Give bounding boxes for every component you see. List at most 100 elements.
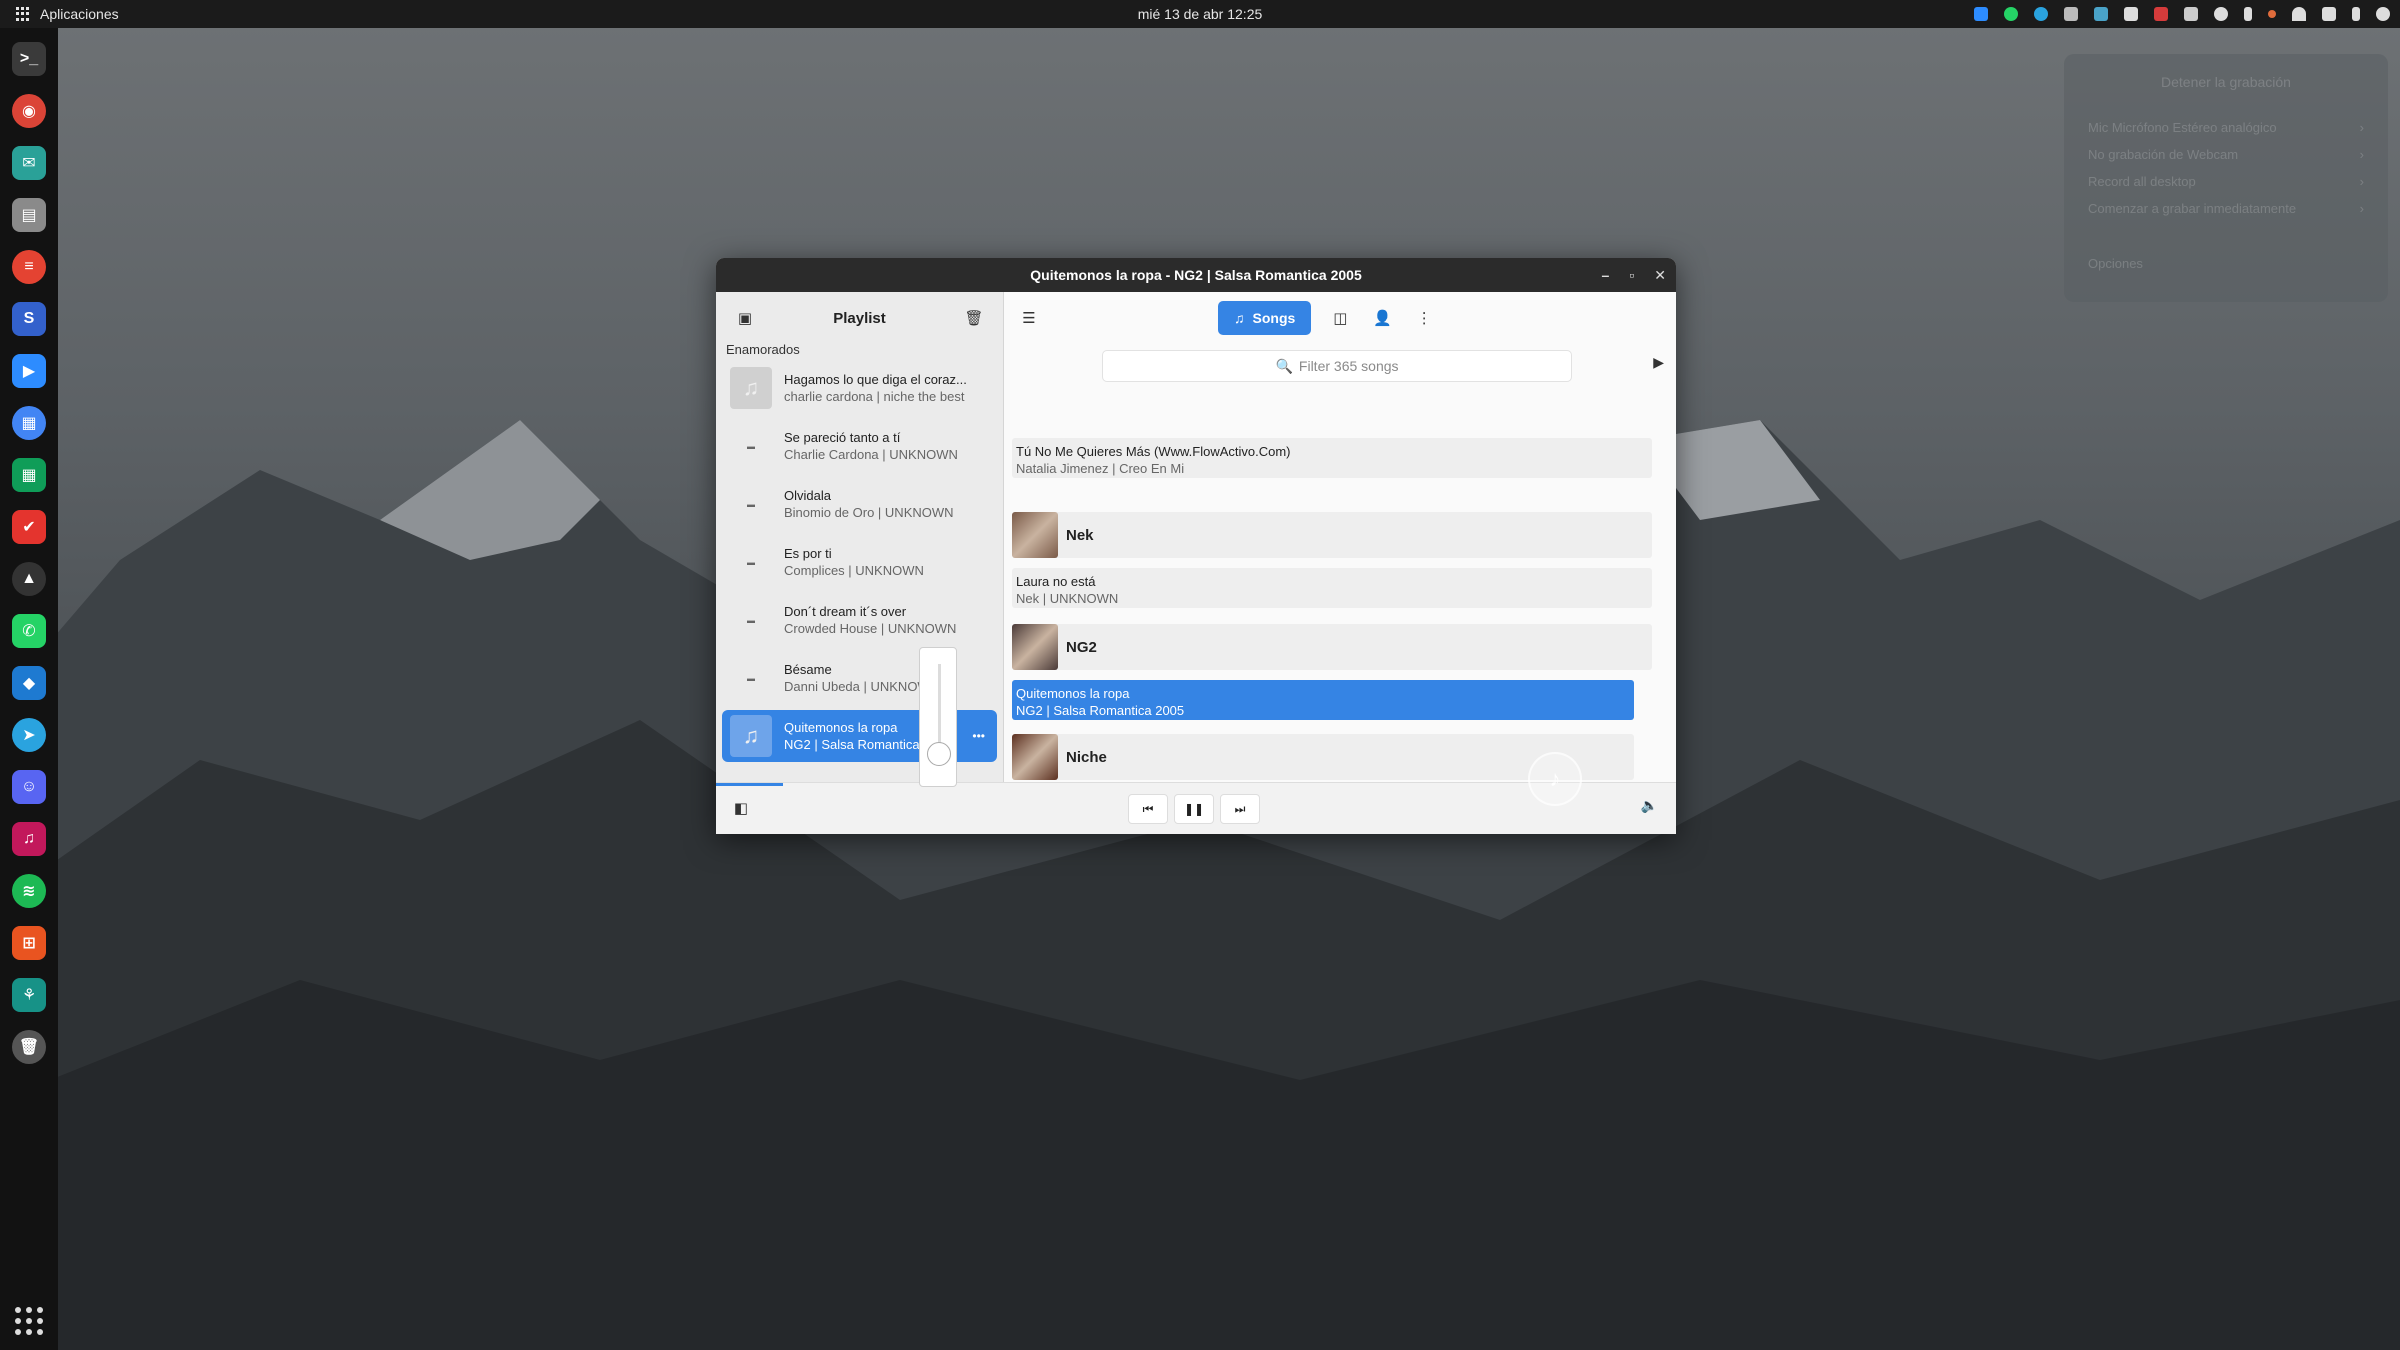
volume-tray-icon[interactable] xyxy=(2322,7,2336,21)
artist-name: NG2 xyxy=(1066,638,1097,656)
app-tray-icon[interactable] xyxy=(2094,7,2108,21)
todoist-icon[interactable]: ≡ xyxy=(12,250,46,284)
recording-dot-icon[interactable] xyxy=(2268,10,2276,18)
pause-button[interactable]: ❚❚ xyxy=(1174,794,1214,824)
playlist-item-subtitle: Crowded House | UNKNOWN xyxy=(784,621,957,636)
rec-menu-item[interactable]: Comenzar a grabar inmediatamente › xyxy=(2088,195,2364,222)
chat-tray-icon[interactable] xyxy=(2214,7,2228,21)
stop-recording-item[interactable]: Detener la grabación xyxy=(2088,74,2364,90)
song-row[interactable]: Laura no está Nek | UNKNOWN xyxy=(1012,568,1652,608)
playback-progress[interactable] xyxy=(716,783,784,786)
bullet-icon: ▬ xyxy=(747,557,755,567)
microphone-icon[interactable] xyxy=(2352,7,2360,21)
now-playing-indicator-icon: ••• xyxy=(972,729,985,743)
next-button[interactable]: ⏭ xyxy=(1220,794,1260,824)
more-options-button[interactable]: ⋮ xyxy=(1411,305,1437,331)
discord-icon[interactable]: ☺ xyxy=(12,770,46,804)
playlist-item[interactable]: ▬ Es por ti Complices | UNKNOWN xyxy=(722,536,997,588)
artists-view-button[interactable]: 👤 xyxy=(1369,305,1395,331)
music-app-icon[interactable]: ♫ xyxy=(12,822,46,856)
simplenote-icon[interactable]: S xyxy=(12,302,46,336)
song-row[interactable]: Quitemonos la ropa NG2 | Salsa Romantica … xyxy=(1012,680,1634,720)
inkscape-icon[interactable]: ▲ xyxy=(12,562,46,596)
close-button[interactable]: ✕ xyxy=(1654,267,1666,284)
trash-icon-glyph: 🗑 xyxy=(18,1039,40,1056)
power-icon[interactable] xyxy=(2376,7,2390,21)
trash-icon[interactable]: 🗑 xyxy=(12,1030,46,1064)
save-playlist-button[interactable]: ▣ xyxy=(732,305,758,331)
record-tray-icon[interactable] xyxy=(2154,7,2168,21)
rec-options-label: Opciones xyxy=(2088,256,2143,271)
mail-icon[interactable]: ✉ xyxy=(12,146,46,180)
clipboard-tray-icon[interactable] xyxy=(2184,7,2198,21)
volume-slider-knob[interactable] xyxy=(927,742,951,766)
playlist-item[interactable]: ♫ Hagamos lo que diga el coraz... charlie … xyxy=(722,362,997,414)
playlist-item[interactable]: ▬ Don´t dream it´s over Crowded House | UN… xyxy=(722,594,997,646)
toggle-sidebar-button[interactable]: ◧ xyxy=(728,795,754,821)
rec-menu-item[interactable]: No grabación de Webcam › xyxy=(2088,141,2364,168)
rec-options-item[interactable]: Opciones xyxy=(2088,250,2364,277)
whatsapp-icon[interactable]: ✆ xyxy=(12,614,46,648)
artist-header[interactable]: NG2 xyxy=(1012,624,1652,670)
chevron-right-icon: › xyxy=(2359,174,2364,189)
whatsapp-tray-icon[interactable] xyxy=(2004,7,2018,21)
playlist-item-title: Quitemonos la ropa xyxy=(784,720,898,735)
filter-songs-input[interactable]: 🔍 Filter 365 songs xyxy=(1102,350,1572,382)
hamburger-icon: ☰ xyxy=(1022,310,1036,327)
previous-button[interactable]: ⏮ xyxy=(1128,794,1168,824)
show-applications-icon[interactable] xyxy=(14,1306,44,1336)
volume-button[interactable]: 🔈 xyxy=(1641,797,1658,814)
apps-grid-icon xyxy=(16,7,30,21)
system-tray xyxy=(1974,0,2390,28)
gitkraken-icon[interactable]: ⚘ xyxy=(12,978,46,1012)
skip-back-icon: ⏮ xyxy=(1142,801,1154,816)
playlist-item[interactable]: ▬ Se pareció tanto a tí Charlie Cardona | … xyxy=(722,420,997,472)
play-icon: ▶ xyxy=(1653,354,1664,370)
zoom-tray-icon[interactable] xyxy=(1974,7,1988,21)
window-titlebar[interactable]: Quitemonos la ropa - NG2 | Salsa Romanti… xyxy=(716,258,1676,292)
artist-header[interactable]: Nek xyxy=(1012,512,1652,558)
maximize-button[interactable]: ▫ xyxy=(1629,267,1634,283)
clear-playlist-button[interactable]: 🗑 xyxy=(961,305,987,331)
terminal-icon[interactable]: >_ xyxy=(12,42,46,76)
telegram-tray-icon[interactable] xyxy=(2034,7,2048,21)
docs-icon[interactable]: ▦ xyxy=(12,406,46,440)
playlist-item[interactable]: ▬ Olvidala Binomio de Oro | UNKNOWN xyxy=(722,478,997,530)
albums-view-button[interactable]: ◫ xyxy=(1327,305,1353,331)
play-all-button[interactable]: ▶ xyxy=(1653,354,1664,371)
menu-button[interactable]: ☰ xyxy=(1016,305,1042,331)
kebab-menu-icon: ⋮ xyxy=(1416,310,1432,327)
song-row[interactable]: Tú No Me Quieres Más (Www.FlowActivo.Com… xyxy=(1012,438,1652,478)
telegram-icon[interactable]: ➤ xyxy=(12,718,46,752)
dropbox-tray-icon[interactable] xyxy=(2124,7,2138,21)
cloud-tray-icon[interactable] xyxy=(2064,7,2078,21)
software-icon[interactable]: ⊞ xyxy=(12,926,46,960)
applications-label: Aplicaciones xyxy=(40,6,119,22)
rec-menu-label: Comenzar a grabar inmediatamente xyxy=(2088,201,2297,216)
dock: >_ ◉ ✉ ▤ ≡ S ▶ ▦ ▦ ✔ ▲ ✆ ◆ ➤ ☺ ♫ ≋ ⊞ ⚘ 🗑 xyxy=(0,28,58,1350)
chrome-icon-glyph: ◉ xyxy=(22,103,36,120)
rec-menu-item[interactable]: Record all desktop › xyxy=(2088,168,2364,195)
chrome-icon[interactable]: ◉ xyxy=(12,94,46,128)
playlist-item-title: Se pareció tanto a tí xyxy=(784,430,901,445)
music-disc-icon: ♪ xyxy=(1549,766,1561,791)
tasks-icon[interactable]: ✔ xyxy=(12,510,46,544)
sheets-icon[interactable]: ▦ xyxy=(12,458,46,492)
phone-tray-icon[interactable] xyxy=(2244,7,2252,21)
minimize-button[interactable]: – xyxy=(1602,267,1610,283)
zoom-icon[interactable]: ▶ xyxy=(12,354,46,388)
spotify-icon[interactable]: ≋ xyxy=(12,874,46,908)
recording-menu: Detener la grabación Mic Micrófono Estér… xyxy=(2064,54,2388,302)
wifi-icon[interactable] xyxy=(2292,7,2306,21)
playlist-item-subtitle: NG2 | Salsa Romantica ... xyxy=(784,737,935,752)
floating-cover-art[interactable]: ♪ xyxy=(1528,752,1582,806)
window-title: Quitemonos la ropa - NG2 | Salsa Romanti… xyxy=(1030,267,1362,283)
songs-view-button[interactable]: ♫ Songs xyxy=(1218,301,1312,335)
rec-menu-label: Mic Micrófono Estéreo analógico xyxy=(2088,120,2277,135)
files-icon[interactable]: ▤ xyxy=(12,198,46,232)
applications-menu[interactable]: Aplicaciones xyxy=(0,6,119,22)
playlist-item-title: Bésame xyxy=(784,662,832,677)
vscode-icon[interactable]: ◆ xyxy=(12,666,46,700)
playlist-title: Playlist xyxy=(833,309,886,327)
rec-menu-item[interactable]: Mic Micrófono Estéreo analógico › xyxy=(2088,114,2364,141)
